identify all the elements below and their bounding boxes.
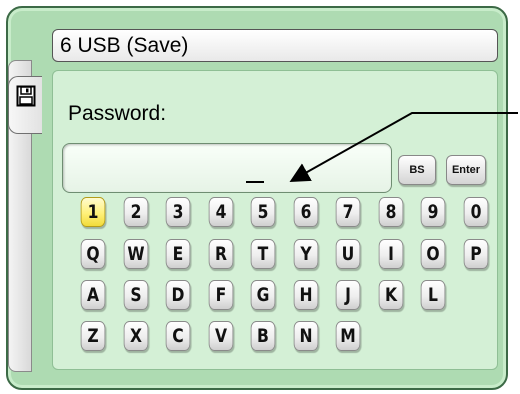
key-z[interactable]: Z bbox=[80, 321, 106, 351]
key-6[interactable]: 6 bbox=[293, 197, 319, 227]
key-7[interactable]: 7 bbox=[335, 197, 361, 227]
key-n[interactable]: N bbox=[293, 321, 319, 351]
floppy-disk-icon bbox=[16, 85, 36, 112]
key-1[interactable]: 1 bbox=[80, 197, 106, 227]
text-cursor bbox=[246, 181, 264, 183]
key-r[interactable]: R bbox=[208, 239, 234, 269]
key-8[interactable]: 8 bbox=[378, 197, 404, 227]
key-l[interactable]: L bbox=[420, 280, 446, 310]
key-a[interactable]: A bbox=[80, 280, 106, 310]
key-c[interactable]: C bbox=[165, 321, 191, 351]
key-f[interactable]: F bbox=[208, 280, 234, 310]
window-title: 6 USB (Save) bbox=[52, 29, 498, 62]
enter-button[interactable]: Enter bbox=[446, 155, 486, 185]
key-v[interactable]: V bbox=[208, 321, 234, 351]
key-p[interactable]: P bbox=[463, 239, 489, 269]
key-x[interactable]: X bbox=[123, 321, 149, 351]
key-i[interactable]: I bbox=[378, 239, 404, 269]
key-0[interactable]: 0 bbox=[463, 197, 489, 227]
key-t[interactable]: T bbox=[250, 239, 276, 269]
key-3[interactable]: 3 bbox=[165, 197, 191, 227]
backspace-button[interactable]: BS bbox=[398, 155, 436, 185]
key-k[interactable]: K bbox=[378, 280, 404, 310]
save-tab[interactable] bbox=[8, 76, 42, 134]
key-h[interactable]: H bbox=[293, 280, 319, 310]
key-b[interactable]: B bbox=[250, 321, 276, 351]
key-s[interactable]: S bbox=[123, 280, 149, 310]
key-j[interactable]: J bbox=[335, 280, 361, 310]
key-u[interactable]: U bbox=[335, 239, 361, 269]
key-9[interactable]: 9 bbox=[420, 197, 446, 227]
key-5[interactable]: 5 bbox=[250, 197, 276, 227]
key-q[interactable]: Q bbox=[80, 239, 106, 269]
key-g[interactable]: G bbox=[250, 280, 276, 310]
key-w[interactable]: W bbox=[123, 239, 149, 269]
key-4[interactable]: 4 bbox=[208, 197, 234, 227]
key-m[interactable]: M bbox=[335, 321, 361, 351]
key-2[interactable]: 2 bbox=[123, 197, 149, 227]
key-o[interactable]: O bbox=[420, 239, 446, 269]
key-e[interactable]: E bbox=[165, 239, 191, 269]
password-label: Password: bbox=[68, 102, 167, 125]
key-d[interactable]: D bbox=[165, 280, 191, 310]
password-input[interactable] bbox=[62, 143, 392, 193]
key-y[interactable]: Y bbox=[293, 239, 319, 269]
